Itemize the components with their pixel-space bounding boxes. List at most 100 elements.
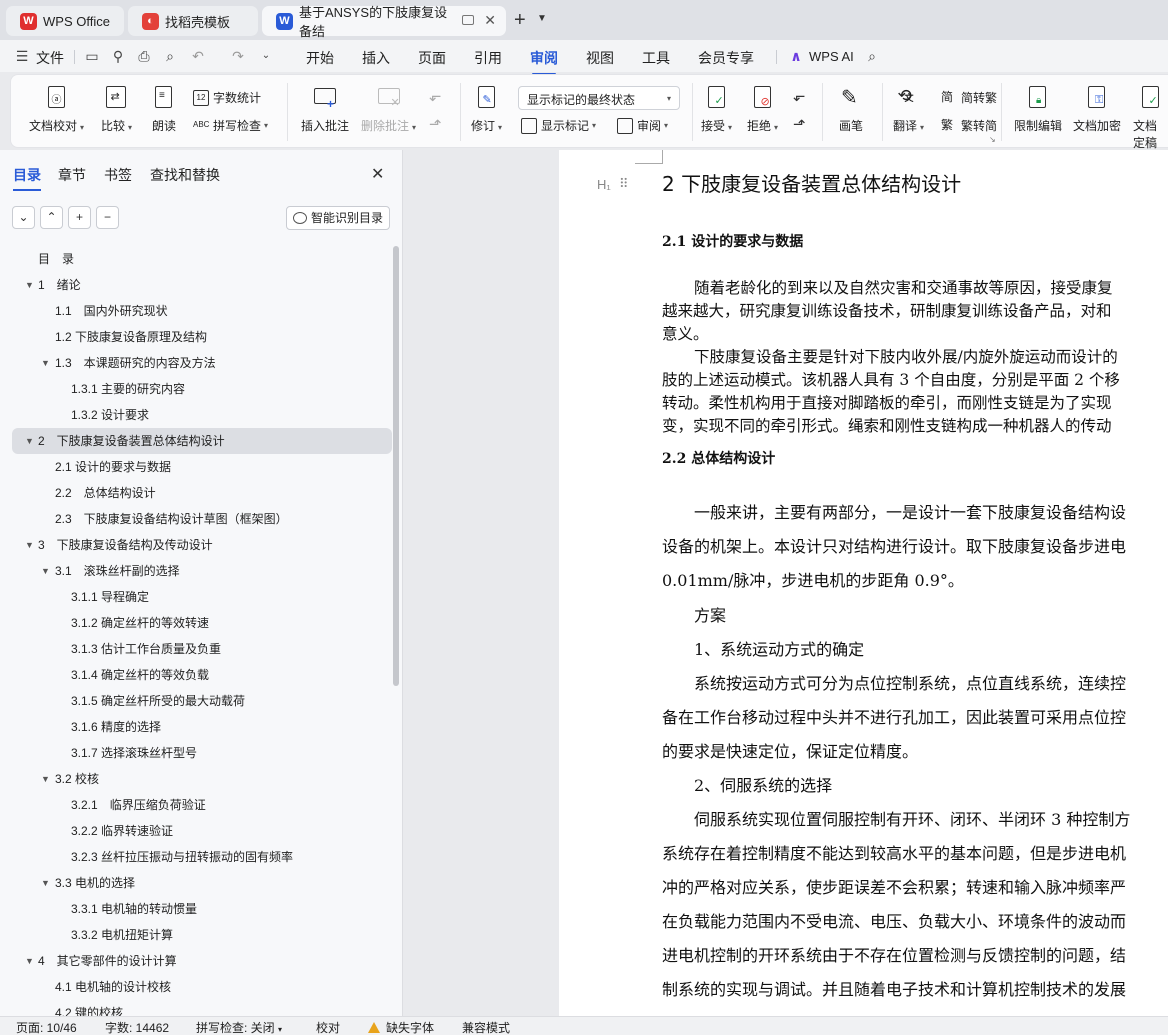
paragraph-line[interactable]: 1、系统运动方式的确定 [694,636,864,660]
toc-item[interactable]: 2.1 设计的要求与数据 [0,454,392,480]
toc-item[interactable]: 3.1.4 确定丝杆的等效负载 [0,662,392,688]
word-count-button[interactable]: 12 字数统计 [193,89,261,106]
undo-icon[interactable]: ↶ [190,48,206,64]
pen-button[interactable]: ✎ 画笔 [838,85,864,134]
toc-item[interactable]: 3.2.3 丝杆拉压振动与扭转振动的固有频率 [0,844,392,870]
missing-font-status[interactable]: 缺失字体 [368,1019,434,1035]
spell-check-button[interactable]: ABC 拼写检查 ▾ [193,117,268,134]
to-traditional-button[interactable]: 简 简转繁 [941,89,997,106]
paragraph-line[interactable]: 制系统的实现与调试。并且随着电子技术和计算机控制技术的发展 [662,976,1126,1000]
toc-item[interactable]: ▼ 1 绪论 [0,272,392,298]
next-comment-icon[interactable]: ⬏ [429,115,442,133]
expand-arrow-icon[interactable]: ▼ [25,532,34,558]
new-tab-plus-icon[interactable]: + [514,10,526,30]
toc-item[interactable]: 3.1.3 估计工作台质量及负重 [0,636,392,662]
toc-item[interactable]: ▼ 3.2 校核 [0,766,392,792]
review-pane-button[interactable]: 审阅 ▾ [617,117,668,134]
toc-item[interactable]: ▼ 3 下肢康复设备结构及传动设计 [0,532,392,558]
toc-item[interactable]: 3.1.2 确定丝杆的等效转速 [0,610,392,636]
doc-encrypt-button[interactable]: ⚿ 文档加密 [1073,85,1121,134]
window-icon[interactable] [462,15,474,25]
doc-check-button[interactable]: ⓐ 文档校对 ▾ [29,85,84,134]
menu-member[interactable]: 会员专享 [698,48,754,68]
previous-change-icon[interactable]: ⬐ [793,87,806,105]
paragraph-line[interactable]: 越来越大，研究康复训练设备技术，研制康复训练设备产品，对和 [662,299,1112,321]
share-icon[interactable]: ⚲ [110,48,126,64]
heading-level-icon[interactable]: H₁ [597,177,611,192]
toc-item[interactable]: 2.2 总体结构设计 [0,480,392,506]
toc-scrollbar[interactable] [393,246,399,686]
toc-item[interactable]: ▼ 3.1 滚珠丝杆副的选择 [0,558,392,584]
toc-item[interactable]: 3.3.1 电机轴的转动惯量 [0,896,392,922]
toc-item[interactable]: 2.3 下肢康复设备结构设计草图（框架图） [0,506,392,532]
paragraph-line[interactable]: 下肢康复设备主要是针对下肢内收外展/内旋外旋运动而设计的 [694,345,1118,367]
panel-tab-bookmarks[interactable]: 书签 [104,165,132,185]
tab-wps-office[interactable]: W WPS Office [6,6,124,36]
remove-heading-button[interactable]: − [96,206,119,229]
close-icon[interactable]: ✕ [371,164,384,184]
page-indicator[interactable]: 页面: 10/46 [16,1019,77,1035]
restrict-edit-button[interactable]: 🔒︎ 限制编辑 [1014,85,1062,134]
print-preview-icon[interactable]: ⌕ [162,48,178,64]
panel-tab-toc[interactable]: 目录 [13,165,41,191]
chevron-down-icon[interactable]: ⌄ [258,48,274,64]
panel-tab-sections[interactable]: 章节 [58,165,86,185]
paragraph-line[interactable]: 冲的严格对应关系，使步距误差不会积累；转速和输入脉冲频率严 [662,874,1126,898]
paragraph-line[interactable]: 随着老龄化的到来以及自然灾害和交通事故等原因，接受康复 [694,276,1113,298]
drag-handle-icon[interactable]: ⠿ [619,177,628,192]
paragraph-line[interactable]: 方案 [694,602,726,626]
paragraph-line[interactable]: 一般来讲，主要有两部分，一是设计一套下肢康复设备结构设 [694,499,1126,523]
compare-button[interactable]: ⇄ 比较 ▾ [101,85,132,134]
doc-final-button[interactable]: ✓ 文档定稿 [1133,85,1168,151]
chevron-down-icon[interactable]: ▼ [537,13,547,24]
move-up-button[interactable]: ⌃ [40,206,63,229]
show-markup-button[interactable]: 显示标记 ▾ [521,117,596,134]
smart-toc-button[interactable]: 智能识别目录 [286,206,390,230]
menu-insert[interactable]: 插入 [362,48,390,68]
hamburger-icon[interactable]: ☰ [14,48,30,64]
menu-file[interactable]: 文件 [36,48,64,68]
expand-arrow-icon[interactable]: ▼ [41,558,50,584]
close-icon[interactable]: ✕ [484,12,496,29]
paragraph-line[interactable]: 进电机控制的开环系统由于不存在位置检测与反馈控制的问题，结 [662,942,1126,966]
toc-item[interactable]: 4.1 电机轴的设计校核 [0,974,392,1000]
menu-tools[interactable]: 工具 [642,48,670,68]
paragraph-line[interactable]: 伺服系统实现位置伺服控制有开环、闭环、半闭环 3 种控制方 [694,806,1130,830]
toc-item[interactable]: 1.3.2 设计要求 [0,402,392,428]
toc-item[interactable]: 3.1.5 确定丝杆所受的最大动载荷 [0,688,392,714]
delete-comment-button[interactable]: ✕ 删除批注 ▾ [361,85,416,134]
toc-item[interactable]: ▼ 3.3 电机的选择 [0,870,392,896]
paragraph-line[interactable]: 在负载能力范围内不受电流、电压、负载大小、环境条件的波动而 [662,908,1126,932]
toc-item[interactable]: ▼ 1.3 本课题研究的内容及方法 [0,350,392,376]
print-icon[interactable]: ⎙ [136,48,152,64]
menu-home[interactable]: 开始 [306,48,334,68]
collapse-down-button[interactable]: ⌄ [12,206,35,229]
expand-arrow-icon[interactable]: ▼ [25,428,34,454]
toc-item[interactable]: 3.1.1 导程确定 [0,584,392,610]
paragraph-line[interactable]: 2、伺服系统的选择 [694,772,832,796]
expand-arrow-icon[interactable]: ▼ [41,870,50,896]
paragraph-line[interactable]: 意义。 [662,322,709,344]
accept-button[interactable]: ✓ 接受 ▾ [701,85,732,134]
word-count-indicator[interactable]: 字数: 14462 [105,1019,169,1035]
paragraph-line[interactable]: 的要求是快速定位，保证定位精度。 [662,738,918,762]
menu-references[interactable]: 引用 [474,48,502,68]
read-aloud-button[interactable]: ≡ 朗读 [151,85,177,134]
menu-page[interactable]: 页面 [418,48,446,68]
toc-item[interactable]: 3.3.2 电机扭矩计算 [0,922,392,948]
to-simplified-button[interactable]: 繁 繁转简 [941,117,997,134]
document-canvas[interactable]: H₁ ⠿ 2 下肢康复设备装置总体结构设计 2.1 设计的要求与数据 随着老龄化… [404,150,1168,1016]
toc-item[interactable]: 1.3.1 主要的研究内容 [0,376,392,402]
toc-item[interactable]: 3.2.2 临界转速验证 [0,818,392,844]
expand-arrow-icon[interactable]: ▼ [25,948,34,974]
menu-review[interactable]: 审阅 [530,48,558,75]
previous-comment-icon[interactable]: ⬐ [429,87,442,105]
paragraph-line[interactable]: 变，实现不同的牵引形式。绳索和刚性支链构成一种机器人的传动 [662,414,1112,436]
proofread-status[interactable]: 校对 [316,1019,340,1035]
paragraph-line[interactable]: 转动。柔性机构用于直接对脚踏板的牵引，而刚性支链是为了实现 [662,391,1112,413]
panel-tab-find-replace[interactable]: 查找和替换 [150,165,220,185]
next-change-icon[interactable]: ⬏ [793,115,806,133]
toc-item[interactable]: 1.1 国内外研究现状 [0,298,392,324]
section-heading-2-1[interactable]: 2.1 设计的要求与数据 [662,231,803,251]
redo-icon[interactable]: ↷ [230,48,246,64]
